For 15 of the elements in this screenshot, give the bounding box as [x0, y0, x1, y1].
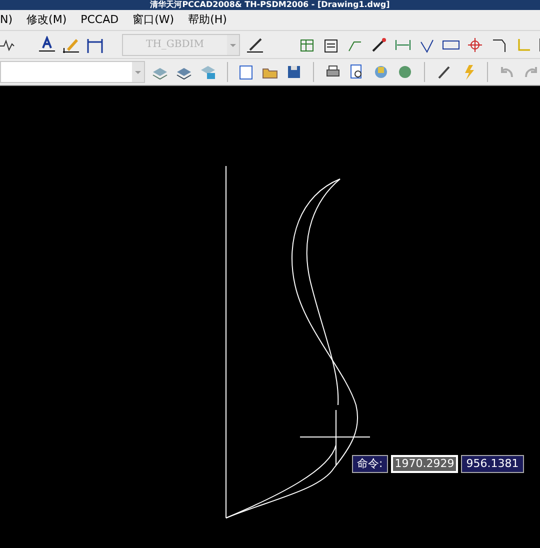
pen-dimension-icon[interactable] — [246, 36, 264, 54]
new-page-icon[interactable] — [237, 63, 256, 81]
x-coordinate-field[interactable]: 1970.2929 — [390, 455, 458, 473]
dropdown-value: TH_GBDIM — [145, 38, 205, 52]
menu-item[interactable]: N) — [0, 12, 13, 28]
command-label: 命令: — [352, 455, 388, 473]
y-coordinate-field[interactable]: 956.1381 — [461, 455, 524, 473]
window-title: 清华天河PCCAD2008& TH-PSDM2006 - [Drawing1.dwg] — [150, 0, 390, 10]
menu-item[interactable]: 窗口(W) — [132, 12, 174, 28]
menu-item[interactable]: PCCAD — [80, 12, 119, 28]
menu-item[interactable]: 修改(M) — [26, 12, 67, 28]
menu-item[interactable]: 帮助(H) — [188, 12, 227, 28]
dropdown-field[interactable] — [0, 61, 145, 83]
datum-icon[interactable] — [466, 36, 484, 54]
text-dimension-icon[interactable] — [38, 36, 56, 54]
